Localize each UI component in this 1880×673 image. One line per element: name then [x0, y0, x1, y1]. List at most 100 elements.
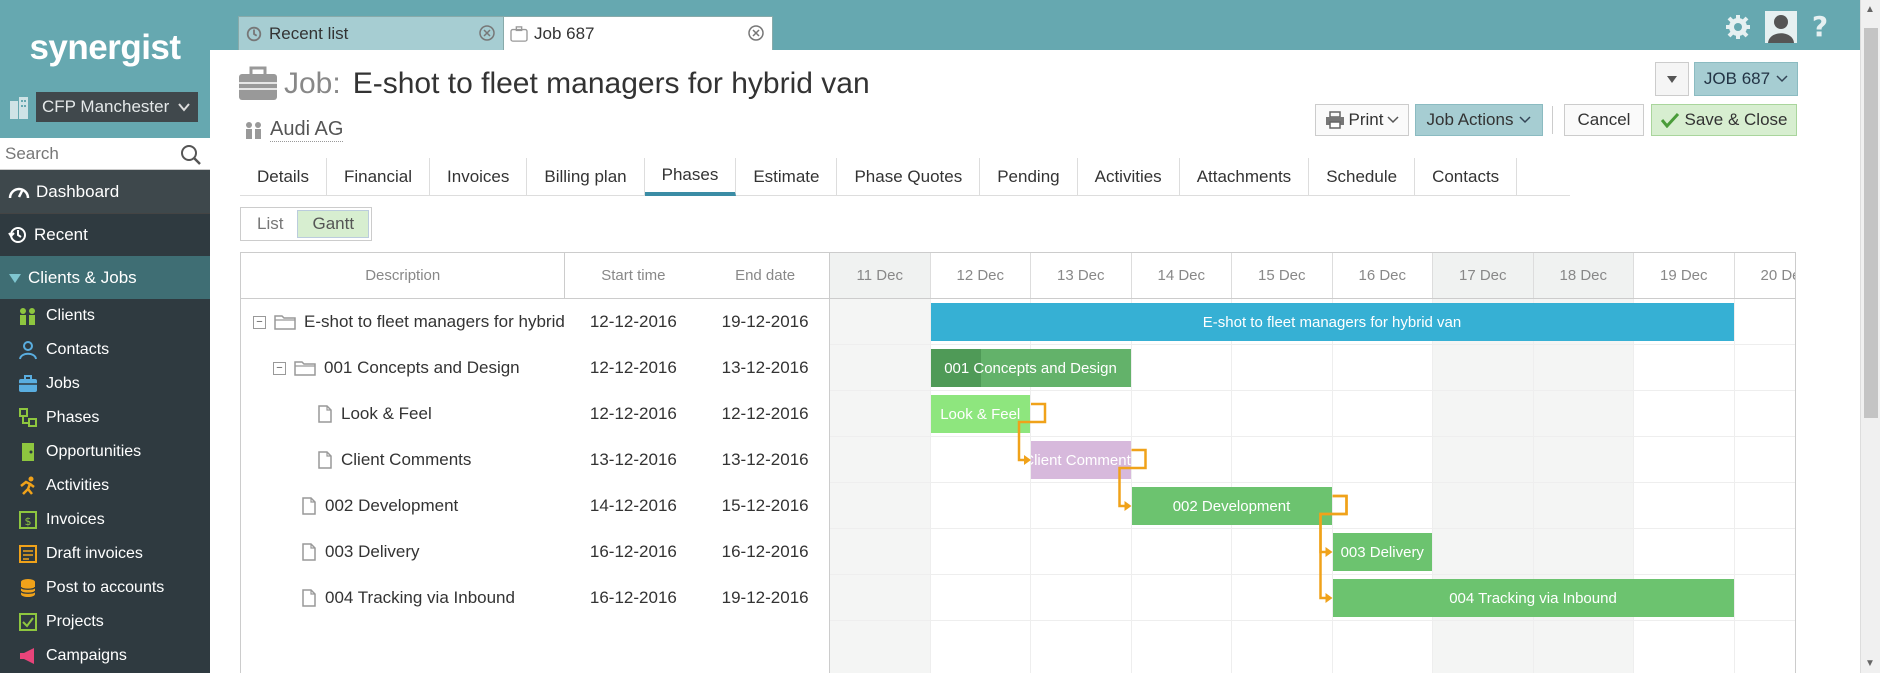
tab-pending[interactable]: Pending: [980, 158, 1078, 196]
nav-dashboard-label: Dashboard: [36, 181, 120, 201]
nav-item-label: Activities: [46, 477, 110, 494]
close-tab-icon[interactable]: [479, 25, 495, 41]
gantt-bar[interactable]: 001 Concepts and Design: [930, 349, 1131, 387]
tab-recent-list[interactable]: Recent list: [238, 16, 504, 50]
nav-item-post-to-accounts[interactable]: Post to accounts: [0, 571, 210, 605]
print-button[interactable]: Print: [1315, 104, 1409, 136]
gear-icon[interactable]: [1724, 13, 1752, 41]
task-end-date: 12-12-2016: [721, 404, 809, 423]
client-link[interactable]: Audi AG: [244, 118, 344, 142]
gantt-date-header: 11 Dec 12 Dec 13 Dec 14 Dec 15 Dec 16 Dec 17 D…: [830, 253, 1795, 299]
invoice-icon: $: [19, 511, 37, 529]
job-actions-button[interactable]: Job Actions: [1415, 104, 1543, 136]
gauge-icon: [8, 187, 30, 198]
cancel-button[interactable]: Cancel: [1564, 104, 1644, 136]
task-row[interactable]: 002 Development 14-12-2016 15-12-2016: [241, 483, 829, 529]
chevron-down-icon: [1387, 116, 1400, 124]
file-icon: [317, 405, 333, 423]
help-icon[interactable]: ?: [1810, 13, 1830, 41]
gantt-bar[interactable]: 003 Delivery: [1332, 533, 1432, 571]
tab-activities[interactable]: Activities: [1078, 158, 1180, 196]
client-name[interactable]: Audi AG: [270, 118, 344, 142]
task-row[interactable]: − 001 Concepts and Design 12-12-2016 13-12-…: [241, 345, 829, 391]
column-header-description[interactable]: Description: [241, 253, 566, 298]
close-tab-icon[interactable]: [748, 25, 764, 41]
gantt-bar[interactable]: Look & Feel: [930, 395, 1030, 433]
running-icon: [20, 476, 35, 495]
tab-job[interactable]: Job 687: [503, 16, 773, 50]
tab-details[interactable]: Details: [240, 158, 327, 196]
scrollbar-thumb[interactable]: [1864, 28, 1878, 418]
task-row[interactable]: Client Comments 13-12-2016 13-12-2016: [241, 437, 829, 483]
nav-item-clients[interactable]: Clients: [0, 299, 210, 333]
search-icon[interactable]: [180, 144, 202, 166]
job-number-button[interactable]: JOB 687: [1694, 62, 1798, 96]
office-selector[interactable]: CFP Manchester: [8, 91, 198, 123]
database-icon: [20, 579, 36, 597]
nav-item-jobs[interactable]: Jobs: [0, 367, 210, 401]
svg-text:?: ?: [1812, 13, 1828, 41]
nav-dashboard[interactable]: Dashboard: [0, 170, 210, 213]
search-input[interactable]: [0, 143, 170, 164]
job-number-dropdown-button[interactable]: [1655, 62, 1689, 96]
list-view-button[interactable]: List: [243, 210, 297, 238]
office-select[interactable]: CFP Manchester: [36, 92, 198, 122]
save-close-button[interactable]: Save & Close: [1651, 104, 1797, 136]
tab-estimate[interactable]: Estimate: [736, 158, 838, 196]
gantt-bar[interactable]: 004 Tracking via Inbound: [1332, 579, 1734, 617]
briefcase-icon: [19, 375, 37, 392]
gantt-bar[interactable]: E-shot to fleet managers for hybrid van: [930, 303, 1734, 341]
people-icon: [20, 308, 35, 325]
collapse-toggle-icon[interactable]: −: [253, 315, 266, 329]
task-row[interactable]: 003 Delivery 16-12-2016 16-12-2016: [241, 529, 829, 575]
nav-item-opportunities[interactable]: Opportunities: [0, 435, 210, 469]
nav-item-campaigns[interactable]: Campaigns: [0, 639, 210, 673]
nav-item-projects[interactable]: Projects: [0, 605, 210, 639]
gantt-timeline: 11 Dec 12 Dec 13 Dec 14 Dec 15 Dec 16 Dec 17 D…: [830, 253, 1795, 673]
date-header: 11 Dec: [830, 253, 931, 298]
scroll-down-icon[interactable]: ▼: [1865, 658, 1875, 669]
nav-item-phases[interactable]: Phases: [0, 401, 210, 435]
synergist-logo[interactable]: synergist: [0, 28, 210, 68]
tab-phase-quotes[interactable]: Phase Quotes: [837, 158, 981, 196]
nav-clients-jobs[interactable]: Clients & Jobs: [0, 256, 210, 299]
tab-financial[interactable]: Financial: [327, 158, 431, 196]
column-header-end[interactable]: End date: [701, 253, 829, 298]
task-end-date: 16-12-2016: [721, 542, 809, 561]
task-row[interactable]: Look & Feel 12-12-2016 12-12-2016: [241, 391, 829, 437]
task-name: 001 Concepts and Design: [324, 358, 520, 377]
task-row[interactable]: − E-shot to fleet managers for hybrid 12-1…: [241, 299, 829, 345]
folder-icon: [274, 315, 296, 330]
gantt-bar[interactable]: Client Comments: [1031, 441, 1131, 479]
search-box: [0, 138, 210, 170]
tab-phases[interactable]: Phases: [644, 158, 737, 196]
column-header-start[interactable]: Start time: [565, 253, 701, 298]
checkmark-icon: [1660, 112, 1679, 128]
person-icon: [19, 341, 37, 360]
scroll-up-icon[interactable]: ▲: [1865, 4, 1875, 15]
gantt-bar[interactable]: 002 Development: [1131, 487, 1332, 525]
task-description: Look & Feel: [241, 404, 566, 424]
date-header: 14 Dec: [1132, 253, 1232, 298]
tab-attachments[interactable]: Attachments: [1180, 158, 1310, 196]
folder-icon: [294, 361, 316, 376]
nav-recent[interactable]: Recent: [0, 213, 210, 256]
task-row[interactable]: 004 Tracking via Inbound 16-12-2016 19-12-…: [241, 575, 829, 621]
task-end-date: 13-12-2016: [721, 450, 809, 469]
caret-down-icon: [1667, 76, 1677, 83]
nav-item-contacts[interactable]: Contacts: [0, 333, 210, 367]
tab-schedule[interactable]: Schedule: [1309, 158, 1416, 196]
collapse-toggle-icon[interactable]: −: [273, 361, 286, 375]
user-avatar-icon[interactable]: [1764, 10, 1798, 44]
print-label: Print: [1348, 110, 1384, 129]
nav-item-invoices[interactable]: $ Invoices: [0, 503, 210, 537]
file-icon: [317, 451, 333, 469]
tab-billing-plan[interactable]: Billing plan: [527, 158, 645, 196]
nav-item-draft-invoices[interactable]: Draft invoices: [0, 537, 210, 571]
nav-item-activities[interactable]: Activities: [0, 469, 210, 503]
page-scrollbar[interactable]: ▲ ▼: [1860, 0, 1880, 673]
gantt-view-button[interactable]: Gantt: [297, 210, 370, 238]
task-start-date: 13-12-2016: [589, 450, 677, 469]
tab-invoices[interactable]: Invoices: [430, 158, 528, 196]
tab-contacts[interactable]: Contacts: [1415, 158, 1518, 196]
